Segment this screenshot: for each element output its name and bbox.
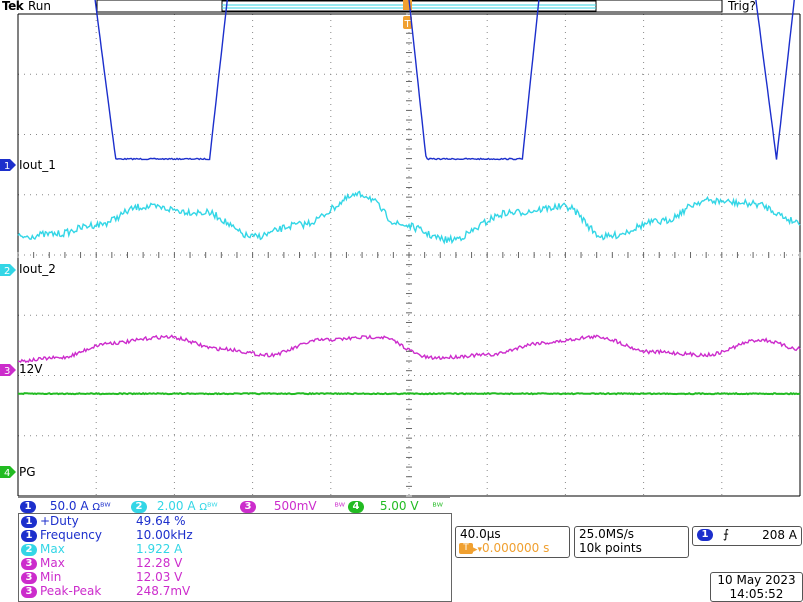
ch1-chip: 1 bbox=[20, 500, 36, 513]
horizontal-position: T ▸▾0.000000 s bbox=[456, 541, 569, 557]
measurement-label: Frequency bbox=[40, 528, 102, 542]
measurement-channel-chip: 1 bbox=[21, 515, 37, 528]
trigger-readout[interactable]: 1 ⨍ 208 A bbox=[692, 526, 802, 546]
horizontal-scale: 40.0µs bbox=[460, 527, 501, 541]
measurement-channel-chip: 3 bbox=[21, 585, 37, 598]
measurement-row: 3 Peak-Peak 248.7mV bbox=[21, 584, 190, 598]
trigger-source-chip: 1 bbox=[697, 528, 713, 541]
waveform-display: T 1 2 3 4 bbox=[0, 0, 801, 497]
record-length: 10k points bbox=[579, 541, 642, 555]
ch1-ground-marker[interactable]: 1 bbox=[0, 159, 16, 172]
measurement-row: 2 Max 1.922 A bbox=[21, 542, 182, 556]
acquisition-readout[interactable]: 25.0MS/s 10k points bbox=[574, 526, 689, 558]
channel-settings-row: 1 50.0 A Ωᴮᵂ 2 2.00 A Ωᴮᵂ 3 500mV ᴮᵂ 4 5… bbox=[18, 497, 450, 513]
measurement-channel-chip: 3 bbox=[21, 557, 37, 570]
ch2-marker-number: 2 bbox=[4, 266, 10, 277]
ch3-marker-number: 3 bbox=[4, 366, 10, 377]
sample-rate: 25.0MS/s bbox=[579, 527, 634, 541]
channel-markers: 1 2 3 4 bbox=[0, 159, 16, 479]
trigger-level: 208 A bbox=[762, 528, 797, 542]
ch2-ground-marker[interactable]: 2 bbox=[0, 264, 16, 277]
position-arrow-icon: ▸▾ bbox=[473, 545, 483, 555]
measurement-value: 1.922 A bbox=[136, 542, 183, 556]
date-time-readout: 10 May 2023 14:05:52 bbox=[710, 572, 803, 602]
ch1-bw-icon: ᴮᵂ bbox=[100, 502, 111, 513]
measurement-channel-chip: 2 bbox=[21, 543, 37, 556]
ch2-coupling-icon: Ω bbox=[199, 502, 208, 513]
ch3-bw-icon: ᴮᵂ bbox=[334, 502, 346, 513]
ch1-marker-number: 1 bbox=[4, 161, 10, 172]
trace-ch4 bbox=[17, 391, 801, 396]
timebase-readout[interactable]: 40.0µs T ▸▾0.000000 s bbox=[455, 526, 570, 558]
trace-ch2 bbox=[17, 190, 801, 245]
ch4-chip: 4 bbox=[348, 500, 364, 513]
time: 14:05:52 bbox=[729, 587, 784, 601]
measurement-channel-chip: 3 bbox=[21, 571, 37, 584]
ch4-marker-number: 4 bbox=[4, 468, 10, 479]
measurement-label: Min bbox=[40, 570, 62, 584]
measurement-panel[interactable]: 1 +Duty 49.64 % 1 Frequency 10.00kHz 2 Max 1.922… bbox=[18, 513, 452, 602]
trigger-position-icon: T bbox=[459, 543, 473, 554]
ch1-label: Iout_1 bbox=[19, 158, 56, 172]
measurement-value: 10.00kHz bbox=[136, 528, 193, 542]
ch3-ground-marker[interactable]: 3 bbox=[0, 364, 16, 377]
measurement-channel-chip: 1 bbox=[21, 529, 37, 542]
graticule bbox=[17, 13, 801, 497]
date: 10 May 2023 bbox=[717, 573, 796, 587]
ch4-label: PG bbox=[19, 465, 36, 479]
position-value: 0.000000 s bbox=[482, 541, 550, 555]
trigger-t-icon: T bbox=[403, 19, 411, 30]
ch4-bw-icon: ᴮᵂ bbox=[432, 502, 443, 513]
measurement-row: 3 Max 12.28 V bbox=[21, 556, 182, 570]
ch3-scale: 500mV bbox=[273, 499, 317, 513]
trigger-slope-icon: ⨍ bbox=[722, 527, 730, 541]
measurement-value: 248.7mV bbox=[136, 584, 191, 598]
ch2-chip: 2 bbox=[131, 500, 147, 513]
measurement-label: Max bbox=[40, 542, 65, 556]
measurement-value: 49.64 % bbox=[136, 514, 186, 528]
measurement-label: Max bbox=[40, 556, 65, 570]
ch3-chip: 3 bbox=[240, 500, 256, 513]
ch4-ground-marker[interactable]: 4 bbox=[0, 466, 16, 479]
measurement-label: Peak-Peak bbox=[40, 584, 102, 598]
ch2-label: Iout_2 bbox=[19, 262, 56, 276]
trace-ch3 bbox=[17, 334, 801, 364]
ch3-label: 12V bbox=[19, 362, 43, 376]
ch2-scale: 2.00 A bbox=[156, 499, 196, 513]
ch1-coupling-icon: Ω bbox=[92, 502, 101, 513]
measurement-label: +Duty bbox=[40, 514, 79, 528]
ch1-scale: 50.0 A bbox=[49, 499, 89, 513]
measurement-row: 3 Min 12.03 V bbox=[21, 570, 182, 584]
measurement-value: 12.28 V bbox=[136, 556, 183, 570]
measurement-row: 1 +Duty 49.64 % bbox=[21, 514, 186, 528]
measurement-value: 12.03 V bbox=[136, 570, 183, 584]
ch4-scale: 5.00 V bbox=[379, 499, 419, 513]
measurement-row: 1 Frequency 10.00kHz bbox=[21, 528, 193, 542]
ch2-bw-icon: ᴮᵂ bbox=[207, 502, 218, 513]
